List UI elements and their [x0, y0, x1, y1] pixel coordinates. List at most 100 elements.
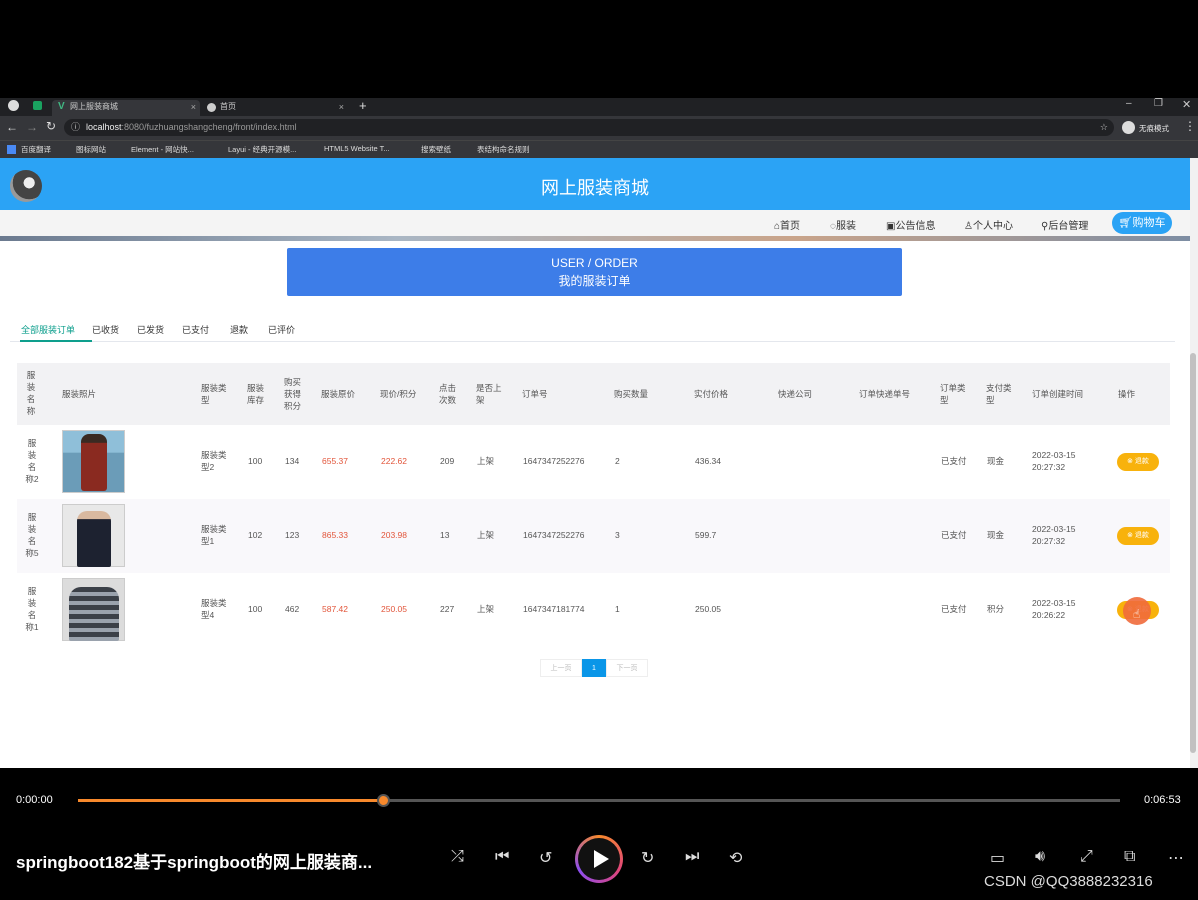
col-header: 订单号: [522, 389, 548, 399]
refund-label: 退款: [1134, 532, 1149, 539]
back-icon[interactable]: ←: [6, 120, 18, 134]
cell-pay-type: 现金: [987, 456, 1005, 466]
tab-reviewed[interactable]: 已评价: [268, 323, 295, 336]
volume-icon[interactable]: 🔊︎: [1035, 848, 1045, 866]
fullscreen-icon[interactable]: ⤢: [1080, 848, 1093, 866]
polo-figure: [69, 587, 119, 641]
nav-home[interactable]: ⌂首页: [774, 217, 800, 232]
more-icon[interactable]: ⋯: [1168, 848, 1184, 868]
new-tab-icon[interactable]: +: [359, 98, 367, 113]
tab-group-icon[interactable]: [33, 101, 42, 110]
cart-button[interactable]: 🛒︎购物车: [1112, 212, 1172, 234]
cell-name: 服装名称2: [25, 438, 39, 484]
order-tabs: 全部服装订单 已收货 已发货 已支付 退款 已评价: [10, 318, 1175, 342]
product-photo-red-dress[interactable]: [62, 430, 125, 493]
play-button[interactable]: [575, 835, 623, 883]
restore-icon[interactable]: ❐: [1154, 98, 1163, 109]
tab-all-orders[interactable]: 全部服装订单: [21, 323, 75, 336]
kebab-menu-icon[interactable]: ⋮: [1184, 119, 1196, 133]
bookmark-item[interactable]: HTML5 Website T...: [324, 144, 390, 153]
tab-shop[interactable]: V 网上服装商城 ×: [52, 100, 200, 116]
tab-received[interactable]: 已收货: [92, 323, 119, 336]
cell-listed: 上架: [477, 530, 495, 540]
cell-date: 2022-03-15: [1032, 524, 1076, 534]
col-header: 订单类型: [940, 383, 966, 405]
play-icon: [594, 850, 609, 868]
prev-page-button[interactable]: 上一页: [540, 659, 582, 677]
repeat-off-icon[interactable]: ⟲: [729, 848, 742, 868]
forward-30-icon[interactable]: ↻: [641, 848, 654, 868]
table-row: 服装名称1 服装类型4 100 462 587.42 250.05 227 上架…: [17, 573, 1170, 647]
next-page-button[interactable]: 下一页: [606, 659, 648, 677]
bookmark-item[interactable]: 百度翻译: [21, 144, 51, 155]
progress-fill: [78, 799, 385, 802]
duration-time: 0:06:53: [1144, 794, 1181, 806]
order-title-zh: 我的服装订单: [558, 274, 631, 288]
bookmark-item[interactable]: 表结构命名规则: [477, 144, 530, 155]
active-tab-indicator: [20, 340, 92, 342]
browser-toolbar: ← → ↻ ⓘ localhost:8080/fuzhuangshangchen…: [0, 116, 1198, 140]
previous-icon[interactable]: ⏮︎: [495, 848, 509, 866]
forward-icon[interactable]: →: [26, 120, 38, 134]
bookmark-item[interactable]: 搜索壁纸: [421, 144, 451, 155]
progress-knob[interactable]: [377, 794, 391, 807]
tab-shipped[interactable]: 已发货: [137, 323, 164, 336]
shuffle-icon[interactable]: ⤮: [451, 848, 464, 866]
nav-label: 后台管理: [1048, 221, 1089, 232]
table-row: 服装名称2 服装类型2 100 134 655.37 222.62 209 上架…: [17, 425, 1170, 499]
bookmark-item[interactable]: Element - 网站快...: [131, 144, 194, 155]
banner-image: [0, 236, 1190, 241]
cell-listed: 上架: [477, 456, 495, 466]
minimize-icon[interactable]: –: [1126, 98, 1132, 109]
cell-order-type: 已支付: [941, 530, 967, 540]
rewind-10-icon[interactable]: ↺: [539, 848, 552, 868]
close-tab-icon[interactable]: ×: [191, 100, 196, 114]
product-photo-dark-jacket[interactable]: [62, 504, 125, 567]
cell-time: 20:26:22: [1032, 610, 1066, 620]
page-1-button[interactable]: 1: [582, 659, 606, 677]
bookmark-item[interactable]: 图标网站: [76, 144, 106, 155]
order-title-en: USER / ORDER: [551, 256, 638, 270]
col-header: 购买获得积分: [284, 377, 302, 411]
refund-button[interactable]: ⊗ 退款: [1117, 453, 1159, 471]
user-icon: ♙: [964, 221, 973, 232]
cell-name: 服装名称1: [25, 586, 39, 632]
cell-order-no: 1647347252276: [523, 456, 585, 466]
tab-refund[interactable]: 退款: [230, 323, 248, 336]
address-bar[interactable]: ⓘ localhost:8080/fuzhuangshangcheng/fron…: [64, 119, 1114, 136]
reload-icon[interactable]: ↻: [46, 119, 56, 133]
cell-quantity: 3: [615, 530, 620, 540]
next-icon[interactable]: ⏭︎: [685, 848, 699, 866]
nav-label: 首页: [780, 221, 801, 232]
nav-profile[interactable]: ♙个人中心: [964, 217, 1013, 232]
bookmark-star-icon[interactable]: ☆: [1100, 119, 1108, 136]
page-scrollbar[interactable]: [1190, 158, 1198, 768]
tab-home[interactable]: 首页 ×: [202, 100, 348, 116]
refund-icon: ⊗: [1127, 458, 1135, 465]
watermark: CSDN @QQ3888232316: [984, 873, 1153, 890]
close-window-icon[interactable]: ✕: [1182, 98, 1191, 111]
nav-clothing[interactable]: ◌服装: [830, 217, 856, 232]
col-header: 服装原价: [321, 389, 356, 399]
subtitles-icon[interactable]: ▭: [990, 848, 1005, 868]
profile-label[interactable]: 无痕模式: [1139, 123, 1169, 134]
scrollbar-thumb[interactable]: [1190, 353, 1196, 753]
bookmark-item[interactable]: Layui - 经典开源模...: [228, 144, 296, 155]
progress-track[interactable]: [78, 799, 1120, 802]
nav-notices[interactable]: ▣公告信息: [886, 217, 935, 232]
refund-button[interactable]: ⊗ 退款: [1117, 527, 1159, 545]
miniplayer-icon[interactable]: ⧉: [1124, 848, 1135, 866]
tab-paid[interactable]: 已支付: [182, 323, 209, 336]
video-player: 0:00:00 0:06:53 springboot182基于springboo…: [0, 768, 1198, 900]
cell-stock: 100: [248, 456, 263, 466]
nav-admin[interactable]: ⚲后台管理: [1041, 217, 1088, 232]
cell-current-price: 250.05: [381, 604, 407, 614]
product-photo-striped-polo[interactable]: [62, 578, 125, 641]
url-host: localhost: [86, 122, 122, 132]
col-header: 服装照片: [62, 389, 97, 399]
apps-icon[interactable]: [7, 145, 16, 154]
cell-date: 2022-03-15: [1032, 598, 1076, 608]
refund-label: 退款: [1134, 458, 1149, 465]
chrome-menu-icon[interactable]: [8, 100, 19, 111]
close-tab-icon[interactable]: ×: [339, 100, 344, 114]
